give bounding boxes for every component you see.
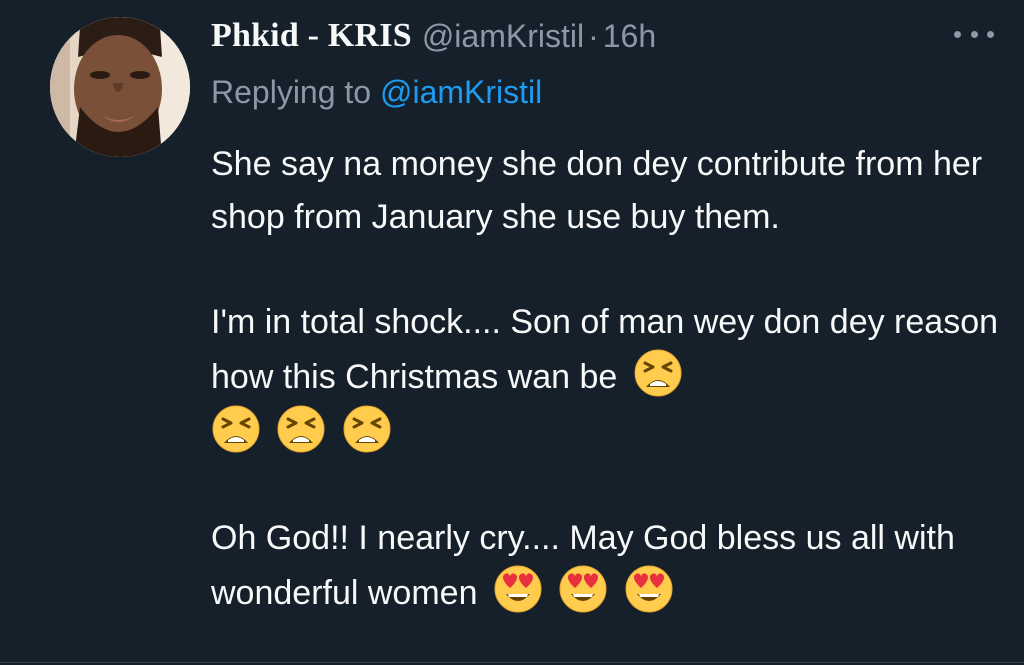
separator-dot: · <box>588 17 599 54</box>
user-handle[interactable]: @iamKristil <box>422 18 584 55</box>
tweet-header: Phkid - KRIS @iamKristil · 16h <box>211 14 656 58</box>
more-dot <box>954 30 961 38</box>
tweet-divider <box>0 662 1024 663</box>
tweet-paragraph: She say na money she don dey contribute … <box>211 138 1001 243</box>
more-dot <box>970 30 978 38</box>
tweet[interactable]: Phkid - KRIS @iamKristil · 16h Replying … <box>0 0 1024 665</box>
paragraph-text: I'm in total shock.... Son of man wey do… <box>211 302 999 397</box>
heart-eyes-emoji <box>624 564 674 614</box>
tired-face-emoji <box>342 404 392 454</box>
tired-face-emoji <box>633 348 683 398</box>
heart-eyes-emoji <box>493 564 543 614</box>
heart-eyes-emoji <box>558 564 608 614</box>
display-name[interactable]: Phkid - KRIS <box>211 17 412 55</box>
tweet-paragraph: Oh God!! I nearly cry.... May God bless … <box>211 512 1001 620</box>
tweet-paragraph: I'm in total shock.... Son of man wey do… <box>211 296 1001 460</box>
tired-face-emoji <box>276 404 326 454</box>
more-horizontal-icon[interactable] <box>954 20 994 48</box>
avatar-photo <box>50 17 190 157</box>
replying-to-handle-link[interactable]: @iamKristil <box>380 74 542 110</box>
replying-to: Replying to @iamKristil <box>211 74 542 111</box>
replying-prefix: Replying to <box>211 74 372 110</box>
tweet-text: She say na money she don dey contribute … <box>211 138 1001 620</box>
avatar[interactable] <box>50 17 190 157</box>
more-dot <box>987 30 994 38</box>
paragraph-text: She say na money she don dey contribute … <box>211 145 983 236</box>
tired-face-emoji <box>211 404 261 454</box>
timestamp[interactable]: 16h <box>603 18 656 55</box>
